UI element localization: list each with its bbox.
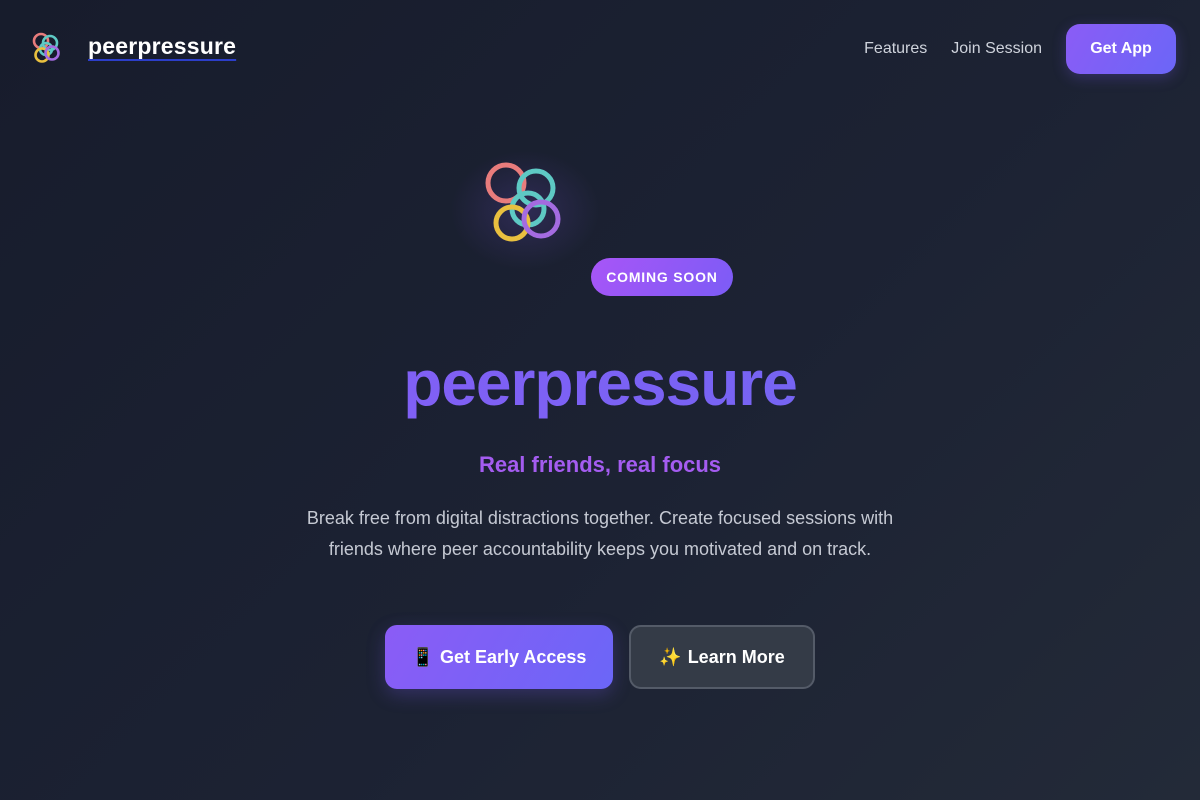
rings-logo-icon	[485, 162, 561, 242]
mobile-phone-icon: 📱	[411, 646, 434, 668]
get-app-button[interactable]: Get App	[1066, 24, 1176, 74]
rings-logo-icon	[32, 32, 60, 63]
learn-more-label: Learn More	[687, 646, 785, 667]
brand[interactable]: peerpressure	[30, 31, 236, 65]
brand-name[interactable]: peerpressure	[88, 33, 236, 60]
nav-links: Features Join Session Get App	[864, 24, 1176, 74]
nav-link-join-session[interactable]: Join Session	[951, 40, 1042, 58]
top-nav: peerpressure Features Join Session Get A…	[0, 0, 1200, 98]
sparkles-icon: ✨	[659, 646, 682, 668]
get-early-access-button[interactable]: 📱 Get Early Access	[385, 625, 613, 689]
tagline: Real friends, real focus	[478, 452, 722, 477]
coming-soon-badge: COMING SOON	[591, 258, 733, 296]
nav-link-features[interactable]: Features	[864, 40, 927, 58]
hero-title: peerpressure	[0, 345, 1200, 421]
hero-description: Break free from digital distractions tog…	[306, 508, 894, 559]
learn-more-button[interactable]: ✨ Learn More	[629, 625, 815, 689]
get-early-access-label: Get Early Access	[439, 646, 587, 667]
